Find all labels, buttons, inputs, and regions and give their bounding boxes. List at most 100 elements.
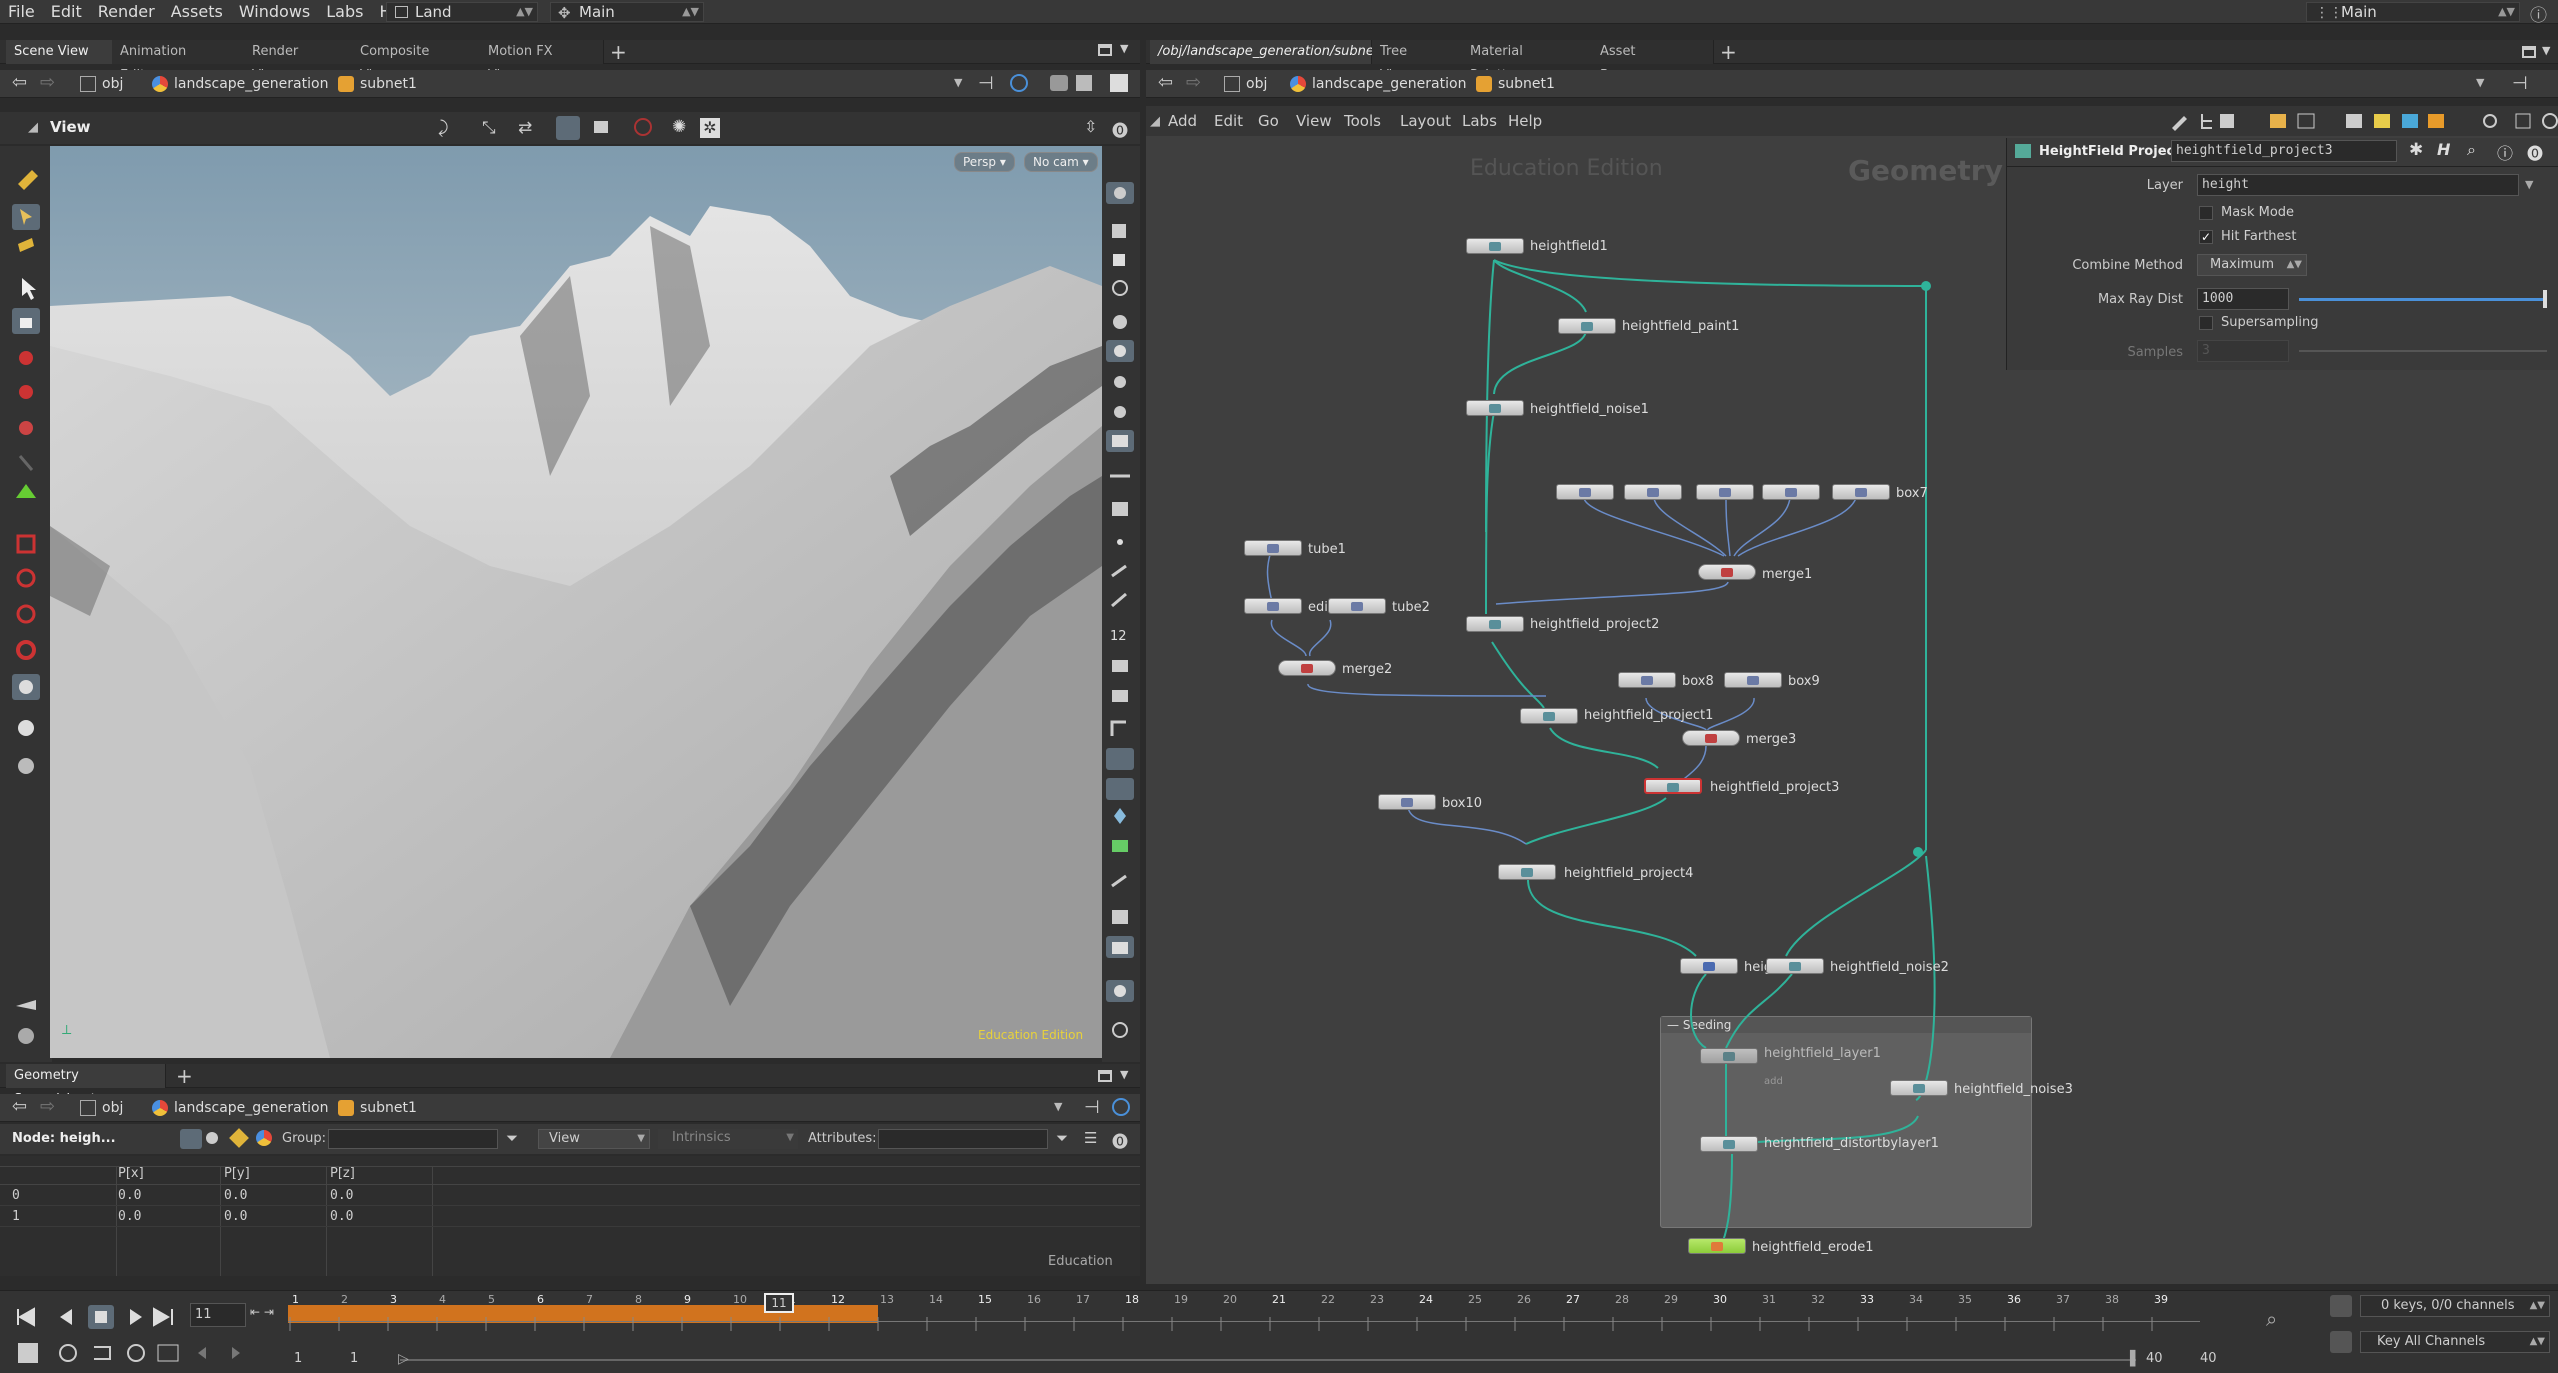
supersampling-checkbox[interactable] [2199,316,2213,330]
menu-file[interactable]: File [0,0,43,24]
search-keys-icon[interactable]: ⌕ [2266,1307,2277,1331]
tab-render-view[interactable]: Render View✕ [244,40,356,83]
keyframe-mode-icon[interactable] [2330,1295,2352,1317]
menu-windows[interactable]: Windows [231,0,318,24]
menu-render[interactable]: Render [90,0,163,24]
forward-icon[interactable]: ⇨ [40,1096,55,1117]
range-end-handle[interactable]: ▌ [2130,1351,2141,1367]
net-menu-view[interactable]: View [1296,112,1332,130]
columns-icon[interactable]: ☰ [1084,1129,1097,1147]
intrinsics-select[interactable]: Intrinsics ▼ [658,1129,798,1149]
node-heightfield-project1[interactable] [1520,708,1578,724]
playhead[interactable]: 11 [764,1293,794,1313]
max-ray-dist-field[interactable]: 1000 [2197,288,2289,310]
add-tab-icon[interactable]: + [610,40,627,64]
net-menu-add[interactable]: Add [1168,112,1197,130]
node-heightfield-noise1[interactable] [1466,400,1524,416]
node-box[interactable] [1556,484,1614,500]
forward-icon[interactable]: ⇨ [40,72,55,93]
tab-geometry-spreadsheet[interactable]: Geometry Spreadsheet✕ [6,1064,166,1107]
node-heightfield-paint1[interactable] [1558,318,1616,334]
orbit-tool-icon[interactable]: ⤸ [438,118,448,138]
pane-maximize-icon[interactable] [2522,46,2536,58]
detail-mode-icon[interactable] [256,1130,272,1146]
path-obj[interactable]: obj [76,73,123,95]
end-frame[interactable]: 40 [2200,1351,2217,1366]
right-context-select[interactable]: ⋮⋮ Main ▲▼ [2306,2,2520,22]
points-mode-icon[interactable] [180,1129,202,1149]
net-menu-layout[interactable]: Layout [1400,112,1451,130]
net-menu-help[interactable]: Help [1508,112,1542,130]
node-box8[interactable] [1618,672,1676,688]
filter-icon[interactable]: ⏷ [1056,1129,1068,1147]
search-icon[interactable]: ⌕ [2467,140,2476,160]
node-box10[interactable] [1378,794,1436,810]
pane-menu-icon[interactable]: ▼ [1120,42,1128,55]
maximize-icon[interactable] [1110,74,1128,92]
key-all-icon[interactable] [2330,1331,2352,1353]
record-icon[interactable] [634,118,652,136]
back-icon[interactable]: ⇦ [12,72,27,93]
node-merge3[interactable] [1682,730,1740,746]
menu-labs[interactable]: Labs [318,0,371,24]
tab-animation-editor[interactable]: Animation Editor✕ [112,40,252,83]
node-heightfield-project3[interactable] [1644,778,1702,794]
pane-maximize-icon[interactable] [1098,1070,1112,1082]
group-input[interactable] [328,1129,498,1149]
tool-shelf-icons[interactable] [0,146,52,1062]
start-frame[interactable]: 1 [294,1351,302,1366]
tab-composite-view[interactable]: Composite View✕ [352,40,484,83]
column-header[interactable]: P[x] [118,1166,144,1181]
node-box7[interactable] [1832,484,1890,500]
camera-menu[interactable]: No cam ▾ [1024,152,1098,172]
path-obj[interactable]: obj [76,1097,123,1119]
link-icon[interactable] [1112,1098,1130,1116]
tab-asset-browser[interactable]: Asset Browser✕ [1592,40,1714,83]
pin-icon[interactable]: ⊣ [978,73,994,94]
view-mode-icon[interactable] [556,116,580,140]
desktop-select[interactable]: Land ▲▼ [386,2,538,22]
back-icon[interactable]: ⇦ [1158,72,1173,93]
info-icon[interactable]: ⓘ [2497,140,2513,164]
chevron-down-icon[interactable]: ▼ [2525,178,2533,191]
node-heightfield-layer1[interactable] [1700,1048,1758,1064]
filter-icon[interactable]: ⏷ [506,1129,518,1147]
path-subnet[interactable]: subnet1 [334,73,417,95]
primitives-mode-icon[interactable] [229,1128,249,1148]
context-select[interactable]: ✥ Main ▲▼ [550,2,704,22]
node-name-field[interactable]: heightfield_project3 [2171,140,2397,162]
display-options-icon[interactable] [1050,75,1068,91]
node-tube1[interactable] [1244,540,1302,556]
help-icon[interactable]: ⓘ [2530,1,2547,26]
range-end-frame[interactable]: 40 [2146,1351,2163,1366]
path-subnet[interactable]: subnet1 [334,1097,417,1119]
pan-tool-icon[interactable]: ⤡ [482,118,496,138]
range-start-handle[interactable]: ▷ [398,1351,409,1367]
node-heightfield-noise2[interactable] [1766,958,1824,974]
view-select[interactable]: View ▼ [538,1129,650,1149]
pin-icon[interactable]: ⊣ [2512,73,2528,94]
chevron-down-icon[interactable]: ▼ [2476,76,2484,89]
toolbar-options-icon[interactable]: ⇳ [1084,117,1097,136]
node-heightfield-project4[interactable] [1498,864,1556,880]
help-icon[interactable]: ⓿ [1112,1128,1128,1152]
menu-assets[interactable]: Assets [163,0,231,24]
add-tab-icon[interactable]: + [176,1064,193,1088]
pane-maximize-icon[interactable] [1098,44,1112,56]
path-subnet[interactable]: subnet1 [1472,73,1555,95]
viewport[interactable]: Persp ▾ No cam ▾ Education Edition ⟂ [50,146,1102,1058]
timeline-tool-icons[interactable] [18,1341,258,1367]
snapshot-icon[interactable] [1076,75,1092,91]
viewer-help-icon[interactable]: ⓿ [1112,117,1128,141]
lights-icon[interactable]: ✺ [672,117,686,137]
pin-icon[interactable]: ⊣ [1084,1097,1100,1118]
pane-menu-icon[interactable]: ▼ [1120,1068,1128,1081]
frame-icon[interactable] [594,121,608,133]
path-net[interactable]: landscape_generation [1286,73,1466,95]
vertices-mode-icon[interactable] [206,1132,218,1144]
tab-scene-view[interactable]: Scene View [6,40,116,64]
node-merge1[interactable] [1698,564,1756,580]
tab-material-palette[interactable]: Material Palette✕ [1462,40,1596,83]
gear-icon[interactable]: ✱ [2409,140,2423,160]
key-all-channels-select[interactable]: Key All Channels ▲▼ [2360,1331,2550,1353]
